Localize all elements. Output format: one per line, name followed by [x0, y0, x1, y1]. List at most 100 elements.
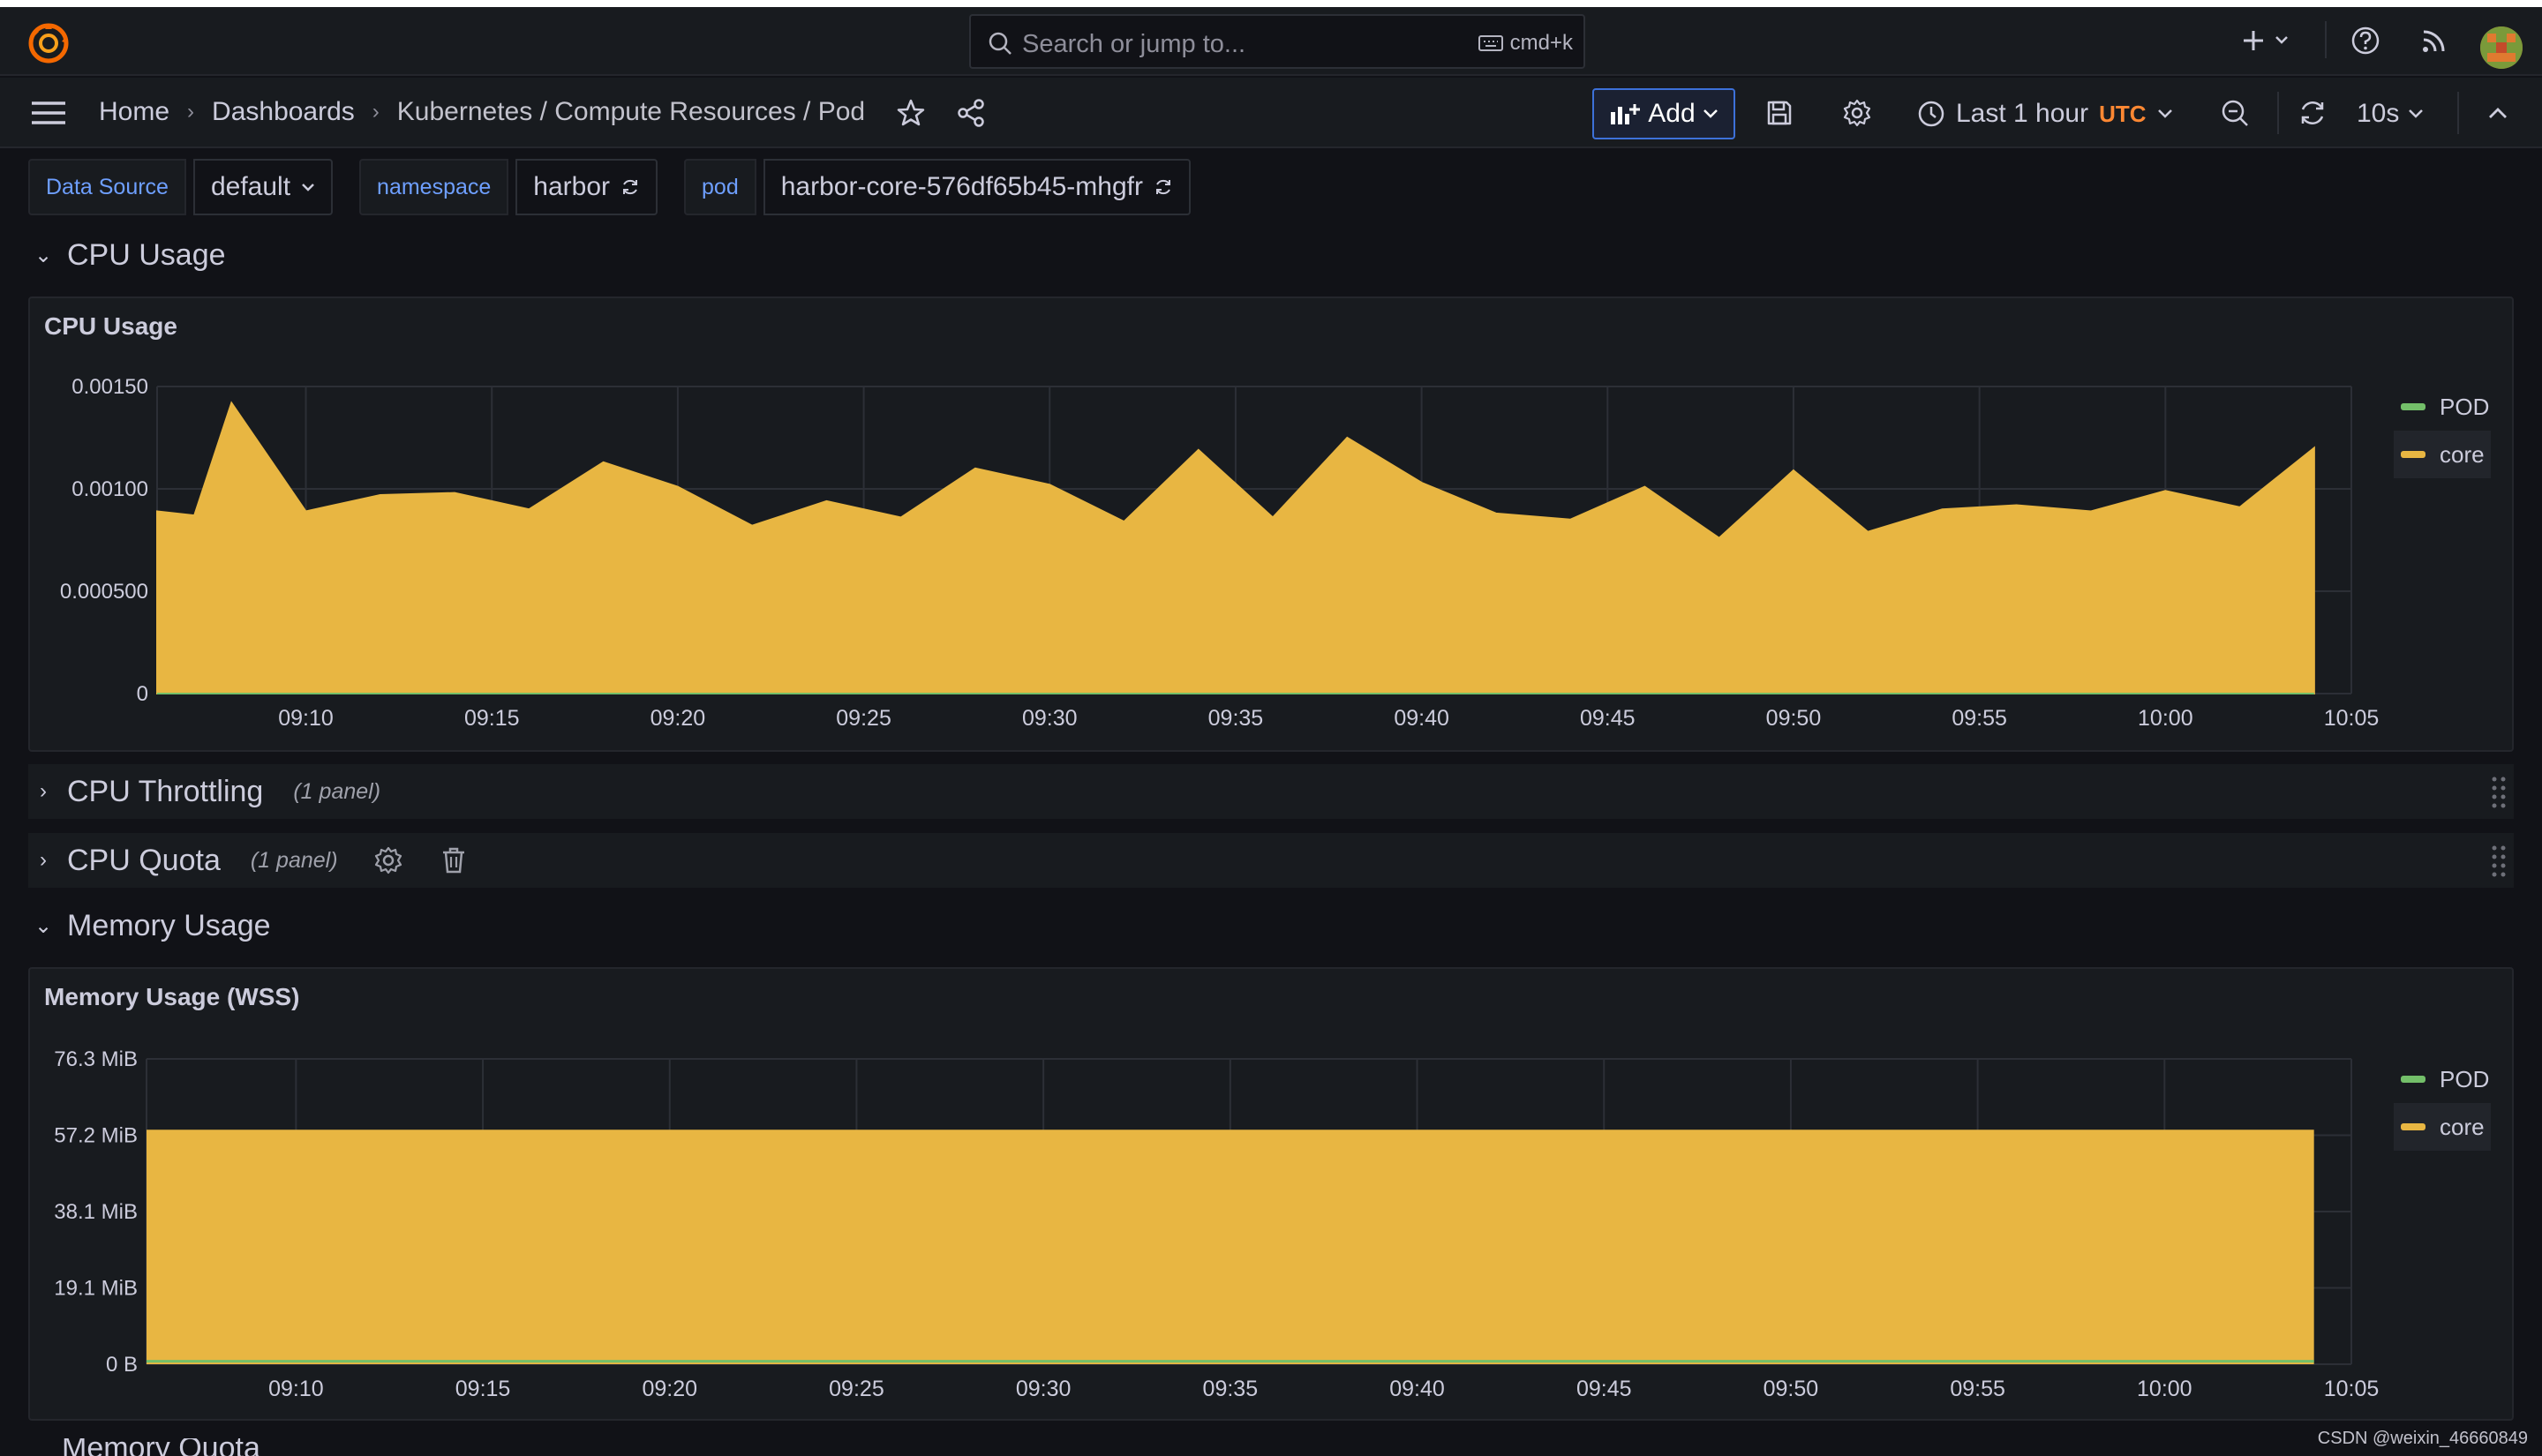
chevron-up-icon	[2489, 108, 2507, 118]
x-tick-label: 09:45	[1576, 1377, 1632, 1401]
row-title: Memory Quota	[62, 1438, 260, 1456]
legend-item-core[interactable]: core	[2394, 1103, 2491, 1151]
x-tick-label: 09:25	[829, 1377, 884, 1401]
legend-label: POD	[2440, 393, 2490, 420]
legend-label: core	[2440, 1113, 2485, 1140]
search-placeholder: Search or jump to...	[1022, 30, 1246, 58]
help-icon	[2351, 26, 2380, 55]
breadcrumb-dashboards[interactable]: Dashboards	[212, 97, 355, 127]
legend-item-pod[interactable]: POD	[2394, 1055, 2491, 1103]
y-tick-label: 0	[137, 682, 148, 706]
row-memory-usage[interactable]: ⌄ Memory Usage	[28, 898, 2514, 953]
memory-usage-chart: 0 B 19.1 MiB 38.1 MiB 57.2 MiB 76.3 MiB 09:10…	[54, 1047, 2379, 1401]
chevron-down-icon	[302, 183, 314, 191]
grafana-logo-icon[interactable]	[26, 21, 71, 65]
x-tick-label: 09:30	[1016, 1377, 1072, 1401]
row-memory-quota-peek[interactable]: Memory Quota	[62, 1438, 291, 1456]
top-strip	[0, 0, 2542, 7]
chevron-down-icon: ⌄	[34, 913, 53, 938]
hamburger-icon	[32, 101, 65, 124]
gear-icon	[1843, 99, 1871, 127]
legend-swatch	[2401, 1123, 2425, 1130]
x-tick-label: 10:00	[2137, 1377, 2192, 1401]
gear-icon[interactable]	[373, 845, 403, 875]
chevron-down-icon: ⌄	[34, 243, 53, 267]
row-cpu-quota[interactable]: › CPU Quota (1 panel)	[28, 833, 2514, 888]
x-tick-label: 09:10	[268, 1377, 324, 1401]
y-tick-label: 38.1 MiB	[54, 1200, 138, 1224]
legend-item-pod[interactable]: POD	[2394, 383, 2491, 431]
sync-icon	[623, 179, 638, 195]
drag-handle-icon[interactable]	[2489, 775, 2508, 810]
search-icon	[989, 32, 1012, 55]
series-core-area	[147, 1130, 2314, 1364]
row-title: CPU Quota	[67, 843, 221, 877]
add-button[interactable]: Add	[1592, 88, 1735, 139]
variable-value: default	[210, 172, 291, 201]
namespace-select[interactable]: harbor	[515, 159, 658, 215]
x-tick-label: 09:55	[1952, 706, 2007, 731]
sync-icon	[1155, 179, 1170, 195]
variable-namespace: namespace harbor	[359, 159, 658, 215]
row-panel-count: (1 panel)	[250, 847, 338, 873]
plus-icon	[2244, 31, 2288, 50]
row-panel-count: (1 panel)	[293, 778, 381, 804]
drag-handle-icon[interactable]	[2489, 844, 2508, 879]
menu-toggle-button[interactable]	[30, 97, 67, 129]
breadcrumb-current: Kubernetes / Compute Resources / Pod	[396, 97, 866, 126]
save-icon	[1767, 101, 1792, 125]
x-tick-label: 09:40	[1389, 1377, 1445, 1401]
star-icon	[897, 99, 925, 126]
zoom-out-icon	[2222, 100, 2248, 126]
template-variables: Data Source default namespace harbor pod…	[28, 159, 1191, 215]
row-title: CPU Throttling	[67, 774, 264, 808]
zoom-out-button[interactable]	[2215, 94, 2254, 132]
help-button[interactable]	[2346, 21, 2385, 60]
x-tick-label: 09:20	[651, 706, 706, 731]
save-dashboard-button[interactable]	[1760, 94, 1799, 132]
avatar[interactable]	[2480, 26, 2523, 69]
legend-label: core	[2440, 440, 2485, 468]
collapse-header-button[interactable]	[2478, 94, 2517, 132]
news-button[interactable]	[2415, 21, 2454, 60]
x-tick-label: 09:55	[1950, 1377, 2005, 1401]
new-menu-button[interactable]	[2238, 21, 2300, 60]
star-button[interactable]	[891, 94, 930, 132]
row-cpu-usage[interactable]: ⌄ CPU Usage	[28, 228, 2514, 282]
top-bar: Search or jump to... cmd+k	[0, 7, 2542, 76]
divider	[2325, 21, 2327, 58]
row-cpu-throttling[interactable]: › CPU Throttling (1 panel)	[28, 764, 2514, 819]
panel-cpu-usage[interactable]: CPU Usage 0 0.000500 0.00100 0.00150 09:10 09…	[28, 296, 2514, 752]
dashboard-settings-button[interactable]	[1838, 94, 1876, 132]
legend-label: POD	[2440, 1065, 2490, 1092]
x-tick-label: 09:35	[1203, 1377, 1259, 1401]
pod-select[interactable]: harbor-core-576df65b45-mhgfr	[763, 159, 1191, 215]
legend: POD core	[2394, 1055, 2491, 1151]
clock-icon	[1918, 101, 1944, 127]
x-tick-label: 09:50	[1764, 1377, 1819, 1401]
refresh-button[interactable]	[2293, 94, 2332, 132]
variable-label: pod	[684, 159, 756, 215]
datasource-select[interactable]: default	[192, 159, 334, 215]
chevron-down-icon	[2409, 109, 2424, 118]
search-input[interactable]: Search or jump to... cmd+k	[969, 14, 1585, 69]
time-picker[interactable]: Last 1 hour UTC	[1917, 92, 2173, 136]
row-title: Memory Usage	[67, 908, 271, 942]
x-tick-label: 10:00	[2138, 706, 2193, 731]
chevron-down-icon	[1703, 109, 1718, 118]
panel-memory-usage[interactable]: Memory Usage (WSS) 0 B 19.1 MiB 38.1 MiB 57…	[28, 967, 2514, 1421]
divider	[2457, 92, 2459, 134]
share-button[interactable]	[951, 94, 990, 132]
variable-value: harbor-core-576df65b45-mhgfr	[780, 172, 1143, 201]
x-tick-label: 09:10	[278, 706, 334, 731]
legend-swatch	[2401, 403, 2425, 410]
variable-label: Data Source	[28, 159, 186, 215]
breadcrumb-home[interactable]: Home	[99, 97, 169, 127]
variable-pod: pod harbor-core-576df65b45-mhgfr	[684, 159, 1191, 215]
share-icon	[958, 99, 984, 127]
refresh-interval-picker[interactable]: 10s	[2357, 92, 2424, 136]
y-tick-label: 76.3 MiB	[54, 1047, 138, 1071]
y-tick-label: 0.00100	[71, 477, 148, 501]
trash-icon[interactable]	[439, 845, 469, 875]
legend-item-core[interactable]: core	[2394, 431, 2491, 478]
